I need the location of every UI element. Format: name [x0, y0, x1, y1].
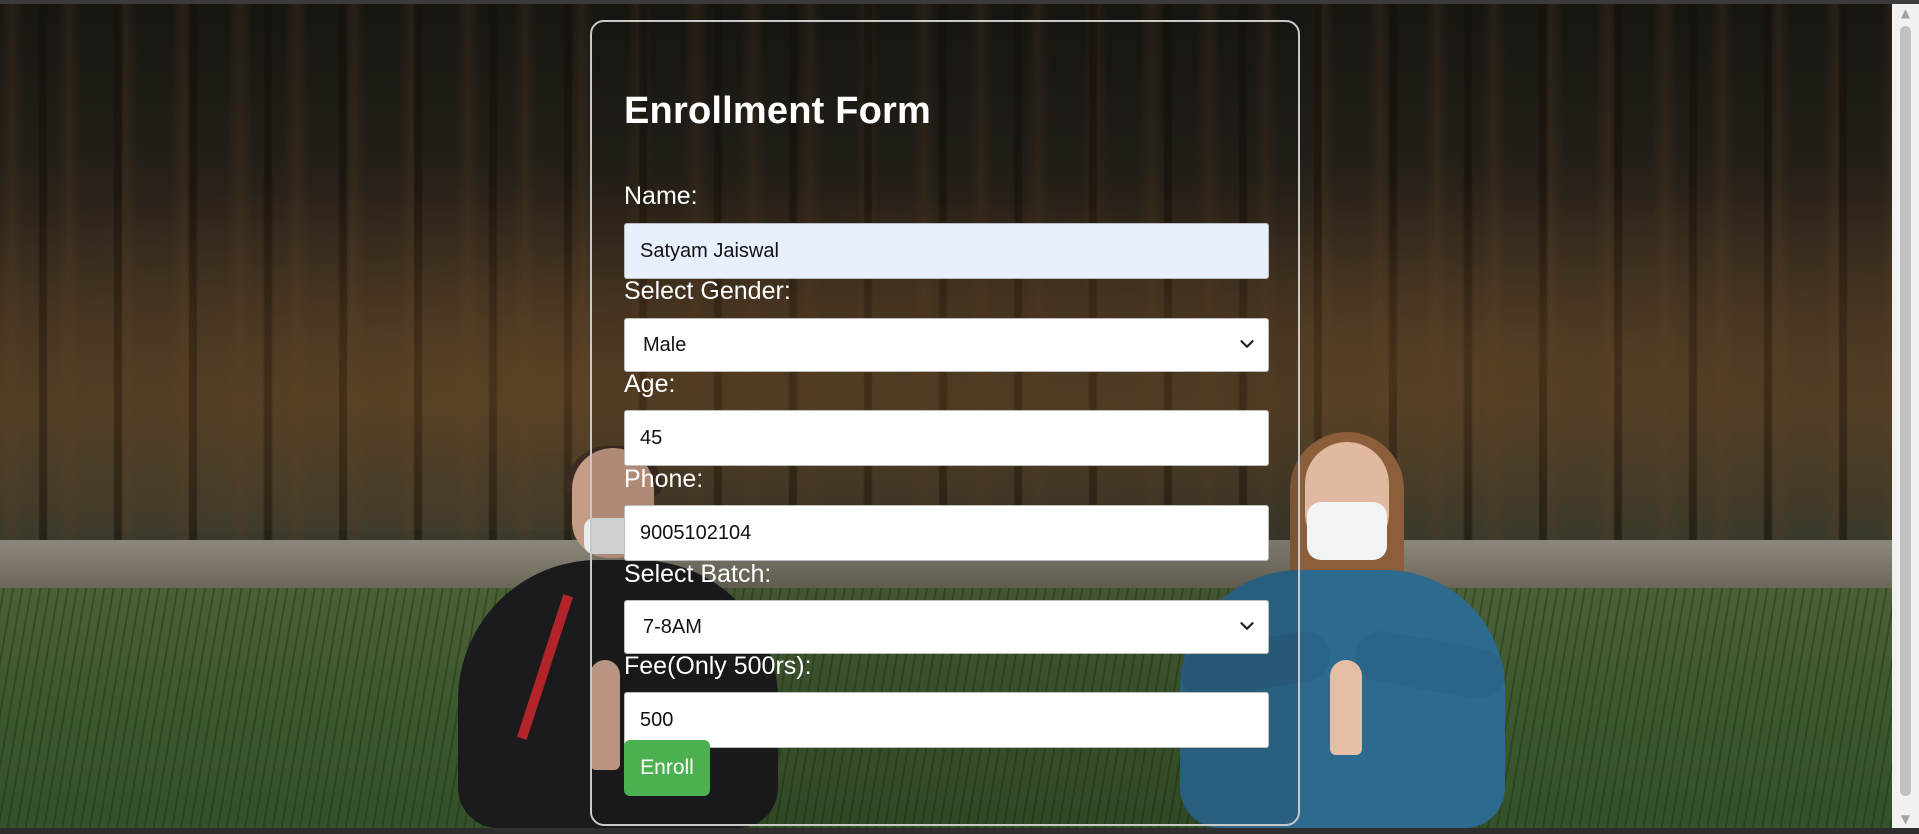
person-right-mask — [1307, 502, 1387, 560]
scroll-down-arrow-icon[interactable]: ▼ — [1892, 810, 1919, 828]
batch-label: Select Batch: — [624, 560, 772, 588]
name-label: Name: — [624, 182, 698, 210]
gender-label: Select Gender: — [624, 277, 791, 305]
enrollment-form-card: Enrollment Form Name: Select Gender: Mal… — [590, 20, 1300, 826]
name-input[interactable] — [624, 223, 1269, 279]
fee-label: Fee(Only 500rs): — [624, 652, 812, 680]
chevron-down-icon — [1240, 622, 1254, 630]
gender-select[interactable]: Male — [624, 318, 1269, 372]
vertical-scrollbar[interactable]: ▲ ▼ — [1892, 4, 1919, 828]
phone-input[interactable] — [624, 505, 1269, 561]
batch-selected-value: 7-8AM — [643, 616, 702, 638]
scroll-up-arrow-icon[interactable]: ▲ — [1892, 4, 1919, 22]
age-input[interactable] — [624, 410, 1269, 466]
age-label: Age: — [624, 370, 676, 398]
person-right-hands — [1330, 660, 1362, 755]
enroll-button[interactable]: Enroll — [624, 740, 710, 796]
phone-label: Phone: — [624, 465, 704, 493]
batch-select[interactable]: 7-8AM — [624, 600, 1269, 654]
gender-selected-value: Male — [643, 334, 687, 356]
chevron-down-icon — [1240, 340, 1254, 348]
form-title: Enrollment Form — [624, 90, 932, 132]
window-top-edge — [0, 0, 1919, 4]
scroll-thumb[interactable] — [1900, 26, 1911, 796]
window-bottom-edge — [0, 828, 1919, 834]
fee-input[interactable] — [624, 692, 1269, 748]
